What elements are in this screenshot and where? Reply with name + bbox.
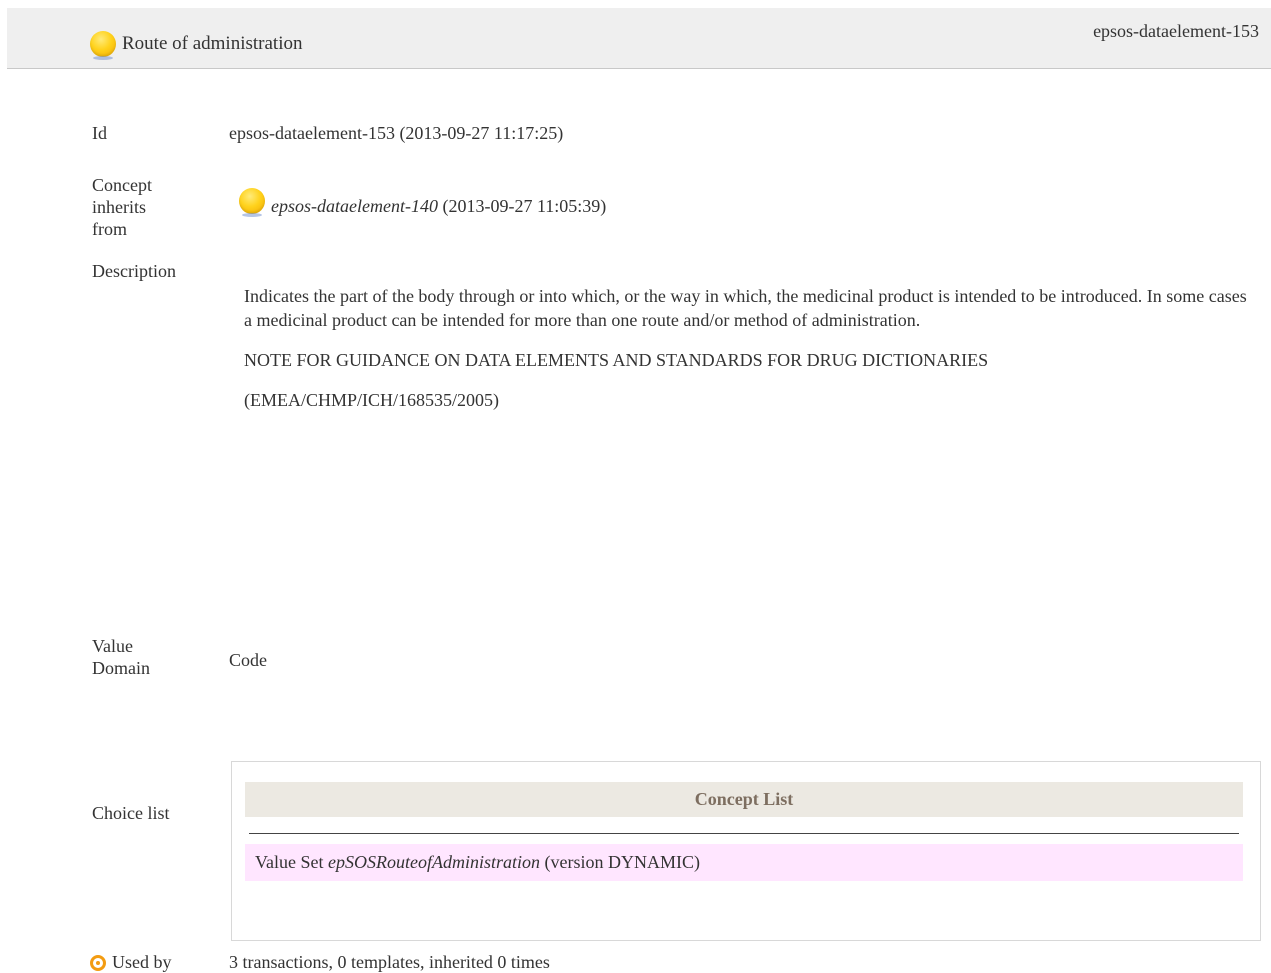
used-by-value: 3 transactions, 0 templates, inherited 0… — [229, 952, 550, 972]
value-set-prefix: Value Set — [255, 852, 324, 872]
id-value: epsos-dataelement-153 (2013-09-27 11:17:… — [229, 123, 564, 143]
used-by-label-group: Used by — [90, 952, 172, 973]
description-paragraph: NOTE FOR GUIDANCE ON DATA ELEMENTS AND S… — [244, 350, 989, 370]
description-paragraph: (EMEA/CHMP/ICH/168535/2005) — [244, 390, 500, 410]
value-domain-label: Value Domain — [92, 636, 150, 678]
concept-inherits-date: (2013-09-27 11:05:39) — [442, 196, 607, 216]
description-text: Indicates the part of the body through o… — [244, 284, 1249, 428]
description-paragraph: Indicates the part of the body through o… — [244, 286, 1247, 330]
status-dot-icon — [239, 188, 265, 217]
divider — [249, 833, 1239, 834]
value-set-name[interactable]: epSOSRouteofAdministration — [328, 852, 540, 872]
id-label: Id — [92, 123, 107, 143]
used-by-label: Used by — [112, 952, 172, 972]
concept-inherits-value: epsos-dataelement-140 (2013-09-27 11:05:… — [229, 188, 606, 218]
concept-inherits-link[interactable]: epsos-dataelement-140 — [271, 195, 438, 218]
value-set-version: (version DYNAMIC) — [544, 852, 700, 872]
concept-list-header: Concept List — [245, 782, 1243, 817]
concept-inherits-label: Concept inherits from — [92, 175, 152, 239]
status-dot-icon — [90, 31, 116, 60]
value-domain-value: Code — [229, 650, 267, 670]
header-title-group: Route of administration — [90, 31, 303, 60]
page-title: Route of administration — [122, 33, 303, 54]
target-icon — [90, 954, 106, 971]
page-header: Route of administration epsos-dataelemen… — [7, 8, 1271, 69]
choice-list-label: Choice list — [92, 803, 170, 823]
choice-list-box: Concept List Value Set epSOSRouteofAdmin… — [231, 761, 1261, 941]
value-set-row[interactable]: Value Set epSOSRouteofAdministration (ve… — [245, 844, 1243, 881]
description-label: Description — [92, 261, 176, 281]
header-id: epsos-dataelement-153 — [1093, 21, 1259, 41]
